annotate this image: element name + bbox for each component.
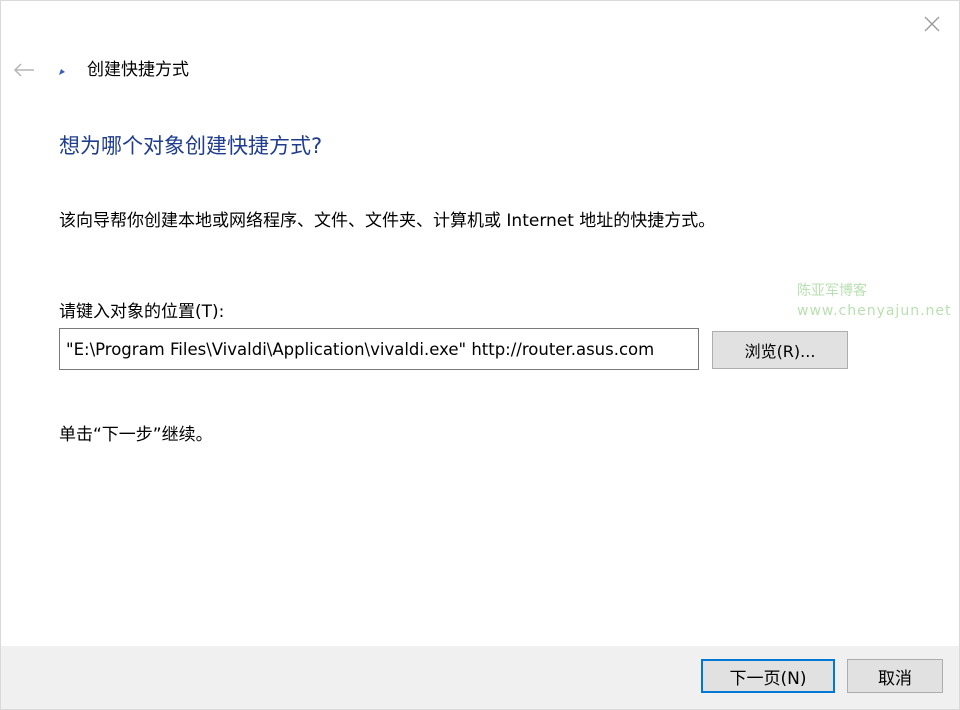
browse-button[interactable]: 浏览(R)... xyxy=(712,331,848,369)
watermark-line2: www.chenyajun.net xyxy=(797,303,952,319)
wizard-description: 该向导帮你创建本地或网络程序、文件、文件夹、计算机或 Internet 地址的快… xyxy=(59,211,716,231)
cancel-button[interactable]: 取消 xyxy=(847,659,943,693)
continue-hint: 单击“下一步”继续。 xyxy=(59,425,213,445)
create-shortcut-dialog: 创建快捷方式 想为哪个对象创建快捷方式? 该向导帮你创建本地或网络程序、文件、文… xyxy=(0,0,960,710)
next-button[interactable]: 下一页(N) xyxy=(701,659,835,693)
back-button[interactable] xyxy=(9,55,39,85)
page-heading: 想为哪个对象创建快捷方式? xyxy=(59,134,323,158)
back-arrow-icon xyxy=(13,63,34,77)
location-field-label: 请键入对象的位置(T): xyxy=(59,302,225,322)
shortcut-icon xyxy=(57,67,67,77)
close-button[interactable] xyxy=(917,9,947,39)
watermark: 陈亚军博客 www.chenyajun.net xyxy=(797,281,952,321)
watermark-line1: 陈亚军博客 xyxy=(797,283,867,299)
location-input[interactable] xyxy=(59,328,699,370)
dialog-footer: 下一页(N) 取消 xyxy=(1,646,959,709)
window-title: 创建快捷方式 xyxy=(87,60,189,80)
close-icon xyxy=(924,16,940,32)
